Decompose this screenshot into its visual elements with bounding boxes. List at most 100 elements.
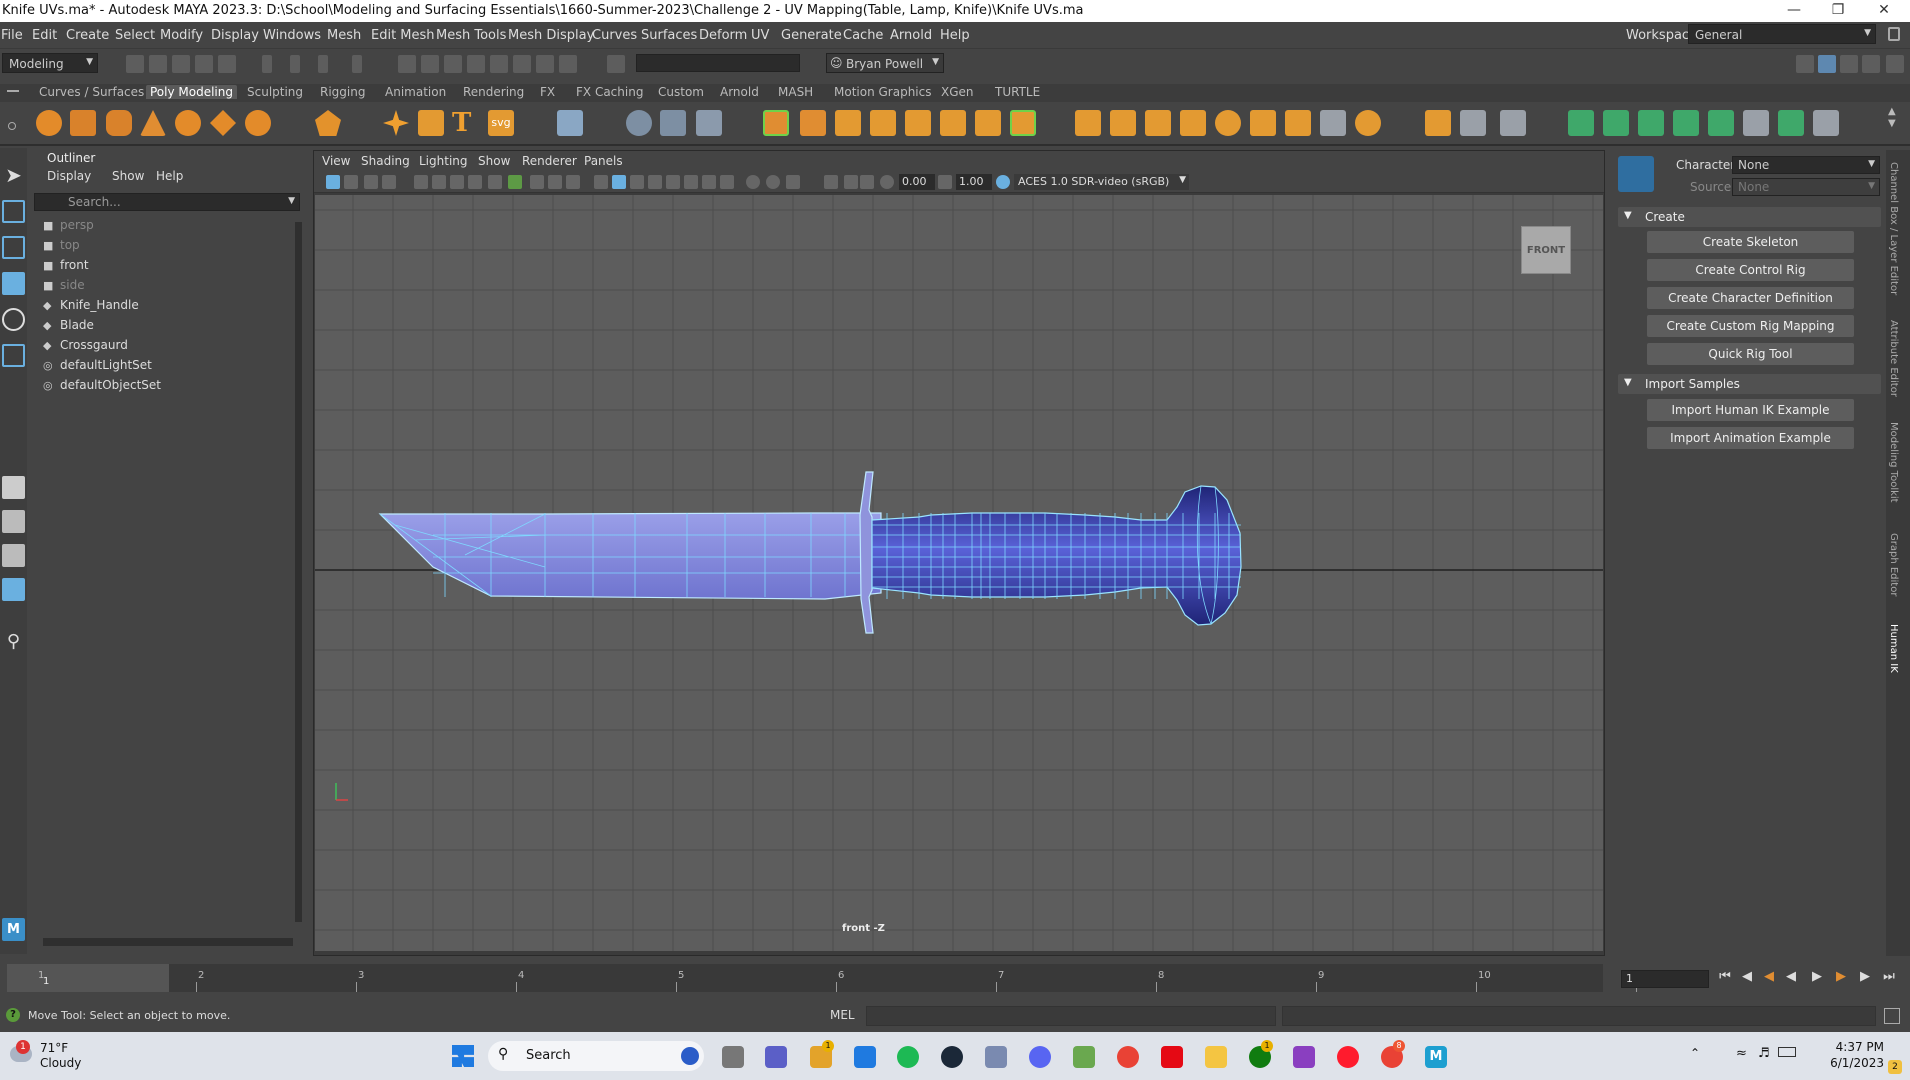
bevel-icon[interactable] (975, 110, 1001, 136)
safe-action-icon[interactable] (530, 175, 544, 189)
menu-cache[interactable]: Cache (843, 28, 883, 43)
field-chart-icon[interactable] (488, 175, 502, 189)
menu-uv[interactable]: UV (751, 28, 769, 43)
go-to-start-icon[interactable]: ⏮ (1716, 969, 1734, 987)
fill-hole-icon[interactable] (1075, 110, 1101, 136)
insert-edge-loop-icon[interactable] (1145, 110, 1171, 136)
menu-mesh-display[interactable]: Mesh Display (508, 28, 594, 43)
modeling-toolkit-toggle-icon[interactable] (1886, 55, 1904, 73)
clock-date[interactable]: 6/1/2023 (1828, 1056, 1884, 1070)
poly-disc-icon[interactable] (245, 110, 271, 136)
script-language-toggle[interactable]: MEL (830, 1008, 855, 1022)
super-shape-icon[interactable] (383, 110, 409, 136)
sew-uvs-icon[interactable] (1813, 110, 1839, 136)
menu-edit[interactable]: Edit (32, 28, 57, 43)
shelf-scroll-icon[interactable]: ▲ ▼ (1888, 106, 1896, 130)
hypershade-icon[interactable] (467, 55, 485, 73)
uv-editor-icon[interactable] (1568, 110, 1594, 136)
camera-attributes-icon[interactable] (344, 175, 358, 189)
cylindrical-mapping-icon[interactable] (1638, 110, 1664, 136)
textured-icon[interactable] (630, 175, 644, 189)
outliner-scrollbar[interactable] (295, 222, 302, 922)
snap-icon[interactable] (352, 55, 362, 73)
mirror-icon[interactable] (626, 110, 652, 136)
menu-help[interactable]: Help (940, 28, 970, 43)
viewport-canvas[interactable]: front -Z (315, 195, 1603, 951)
blade-mesh[interactable] (378, 512, 882, 600)
combine-icon[interactable] (763, 110, 789, 136)
isolate-select-icon[interactable] (746, 175, 760, 189)
tab-human-ik[interactable]: Human IK (1888, 624, 1899, 673)
shelf-menu-icon[interactable] (7, 90, 19, 92)
chrome-icon[interactable] (1117, 1046, 1139, 1068)
weather-condition[interactable]: Cloudy (40, 1056, 81, 1070)
film-gate-icon[interactable] (432, 175, 446, 189)
weather-temperature[interactable]: 71°F (40, 1041, 68, 1055)
channel-box-toggle-icon[interactable] (1818, 55, 1836, 73)
layout-uvs-icon[interactable] (557, 110, 583, 136)
play-backwards-icon[interactable]: ◀ (1782, 969, 1800, 987)
frame-selected-icon[interactable] (860, 175, 874, 189)
wedge-icon[interactable] (1250, 110, 1276, 136)
resolution-icon[interactable] (824, 175, 838, 189)
menu-surfaces[interactable]: Surfaces (641, 28, 697, 43)
quick-rig-tool-button[interactable]: Quick Rig Tool (1647, 343, 1854, 365)
safe-title-icon[interactable] (548, 175, 562, 189)
image-plane-icon[interactable] (382, 175, 396, 189)
four-view-layout-icon[interactable] (2, 510, 25, 533)
render-view-icon[interactable] (490, 55, 508, 73)
new-scene-icon[interactable] (126, 55, 144, 73)
crossguard-mesh[interactable] (859, 471, 874, 634)
outliner-menu-display[interactable]: Display (47, 169, 91, 183)
mail-icon[interactable] (854, 1046, 876, 1068)
poly-cube-icon[interactable] (70, 110, 96, 136)
menu-deform[interactable]: Deform (699, 28, 747, 43)
lock-icon[interactable] (1888, 27, 1900, 41)
step-back-frame-icon[interactable]: ◀ (1760, 969, 1778, 987)
task-view-icon[interactable] (722, 1046, 744, 1068)
select-by-hierarchy-icon[interactable] (262, 55, 272, 73)
redo-icon[interactable] (218, 55, 236, 73)
notification-badge[interactable]: 2 (1888, 1060, 1902, 1074)
menu-display[interactable]: Display (211, 28, 259, 43)
planar-mapping-icon[interactable] (1603, 110, 1629, 136)
multi-cut-icon[interactable] (1110, 110, 1136, 136)
volume-icon[interactable]: ♬ (1758, 1046, 1770, 1061)
ambient-occlusion-icon[interactable] (684, 175, 698, 189)
close-icon[interactable]: ✕ (1864, 0, 1904, 22)
gamma-icon[interactable] (938, 175, 952, 189)
step-back-key-icon[interactable]: ◀ (1738, 969, 1756, 987)
offset-edge-loop-icon[interactable] (1180, 110, 1206, 136)
ipr-render-icon[interactable] (421, 55, 439, 73)
svg-tool-icon[interactable]: svg (488, 110, 514, 136)
restore-icon[interactable]: ❐ (1818, 0, 1858, 22)
chevron-up-icon[interactable]: ⌃ (1690, 1046, 1700, 1060)
search-icon[interactable]: ⚲ (2, 630, 25, 653)
target-weld-icon[interactable] (660, 110, 686, 136)
input-line-field[interactable] (636, 54, 800, 72)
outliner-menu-show[interactable]: Show (112, 169, 144, 183)
pause-icon[interactable] (559, 55, 577, 73)
teams-chat-icon[interactable] (765, 1046, 787, 1068)
shelf-tab-curves-surfaces[interactable]: Curves / Surfaces (35, 85, 148, 99)
shelf-tab-mash[interactable]: MASH (774, 85, 817, 99)
photos-icon[interactable] (985, 1046, 1007, 1068)
menu-edit-mesh[interactable]: Edit Mesh (371, 28, 435, 43)
gamma-field[interactable]: 1.00 (956, 174, 992, 190)
make-live-icon[interactable] (1460, 110, 1486, 136)
separate-icon[interactable] (800, 110, 826, 136)
shadows-icon[interactable] (666, 175, 680, 189)
attribute-editor-toggle-icon[interactable] (1840, 55, 1858, 73)
play-forwards-icon[interactable]: ▶ (1808, 969, 1826, 987)
measure-icon[interactable] (1500, 110, 1526, 136)
poly-torus-icon[interactable] (175, 110, 201, 136)
select-by-object-icon[interactable] (290, 55, 300, 73)
shelf-options-icon[interactable] (8, 122, 16, 130)
shelf-tab-rendering[interactable]: Rendering (459, 85, 528, 99)
step-forward-frame-icon[interactable]: ▶ (1832, 969, 1850, 987)
tab-channel-box[interactable]: Channel Box / Layer Editor (1888, 162, 1899, 295)
wifi-icon[interactable]: ≈ (1736, 1046, 1747, 1061)
menuset-dropdown[interactable]: Modeling ▼ (2, 53, 98, 73)
wireframe-on-shaded-icon[interactable] (612, 175, 626, 189)
discord-icon[interactable] (1029, 1046, 1051, 1068)
